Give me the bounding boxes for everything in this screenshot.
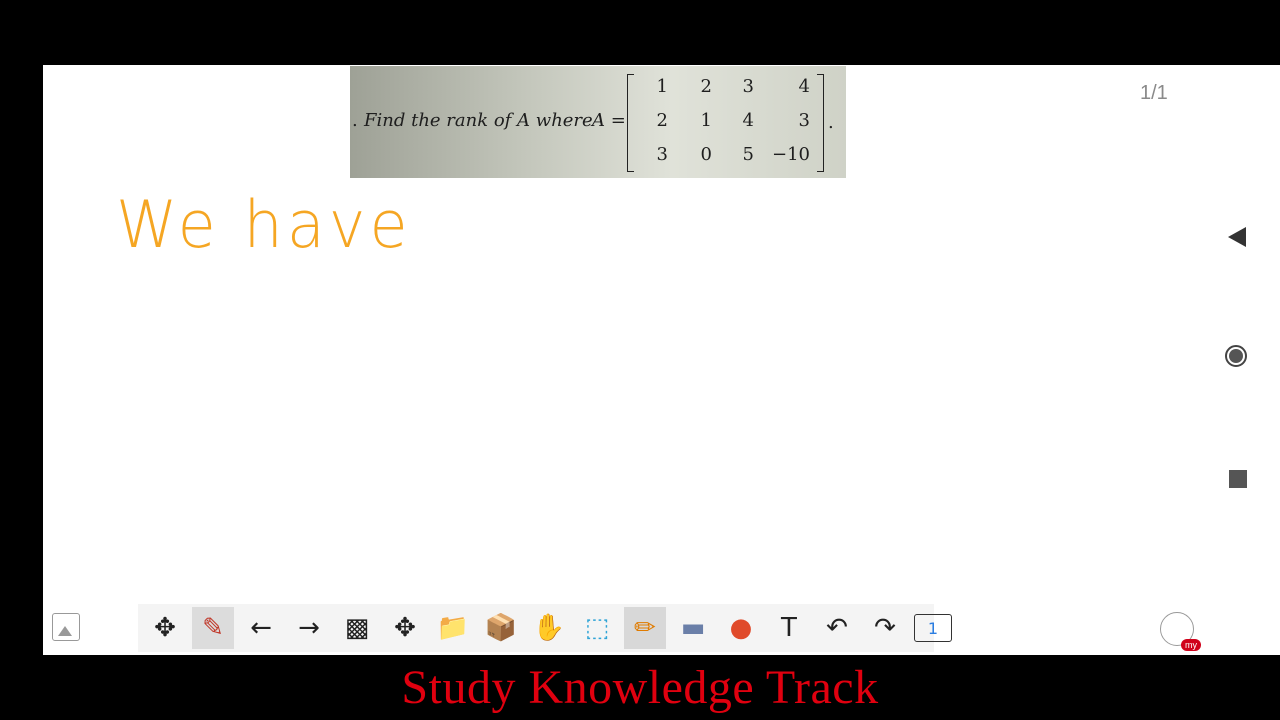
profile-avatar-icon[interactable]: my [1160, 612, 1201, 651]
problem-end-dot: . [828, 112, 834, 133]
matrix-cell: 2 [656, 110, 668, 131]
matrix-cell: 0 [700, 144, 712, 165]
text-icon[interactable]: T [768, 607, 810, 649]
record-icon[interactable] [1225, 345, 1247, 367]
matrix-cell: 5 [742, 144, 754, 165]
select-icon[interactable]: ⬚ [576, 607, 618, 649]
folder-icon[interactable]: 📁 [432, 607, 474, 649]
arrow-left-icon[interactable]: ← [240, 607, 282, 649]
problem-statement: Find the rank of A where [364, 110, 593, 131]
problem-image: . Find the rank of A where A = 1 2 3 4 2… [350, 66, 846, 178]
eraser-icon[interactable]: ▬ [672, 607, 714, 649]
box-icon[interactable]: 📦 [480, 607, 522, 649]
matrix-cell: 2 [700, 76, 712, 97]
problem-prefix: . [352, 110, 358, 131]
matrix-cell: 3 [656, 144, 668, 165]
matrix-right-bracket [817, 74, 824, 172]
matrix-cell: 1 [700, 110, 712, 131]
pen-settings-icon[interactable]: ✎ [192, 607, 234, 649]
handwritten-text: We have [116, 186, 412, 263]
matrix-cell: 4 [798, 76, 810, 97]
matrix-label: A = [592, 110, 626, 131]
matrix-cell: 4 [742, 110, 754, 131]
hand-icon[interactable]: ✋ [528, 607, 570, 649]
matrix-cell: 1 [656, 76, 668, 97]
profile-badge: my [1181, 639, 1201, 651]
stop-icon[interactable] [1229, 470, 1247, 488]
channel-banner: Study Knowledge Track [0, 655, 1280, 720]
matrix-cell: 3 [742, 76, 754, 97]
pan-icon[interactable]: ✥ [384, 607, 426, 649]
drawing-toolbar: ✥ ✎ ← → ▩ ✥ 📁 📦 ✋ ⬚ ✏ ▬ ● T ↶ ↷ 1 [138, 604, 952, 652]
marker-icon[interactable]: ✏ [624, 607, 666, 649]
banner-text: Study Knowledge Track [401, 661, 879, 714]
page-number: 1 [914, 614, 952, 642]
shapes-icon[interactable]: ● [720, 607, 762, 649]
collapse-arrow-icon[interactable] [1228, 227, 1246, 247]
arrow-right-icon[interactable]: → [288, 607, 330, 649]
page-indicator: 1/1 [1140, 82, 1168, 104]
redo-icon[interactable]: ↷ [864, 607, 906, 649]
matrix-cell: −10 [772, 144, 810, 165]
screenshot-icon[interactable]: ▩ [336, 607, 378, 649]
undo-icon[interactable]: ↶ [816, 607, 858, 649]
move-icon[interactable]: ✥ [144, 607, 186, 649]
matrix-cell: 3 [798, 110, 810, 131]
page-button[interactable]: 1 [912, 607, 954, 649]
gallery-icon[interactable] [52, 613, 80, 641]
